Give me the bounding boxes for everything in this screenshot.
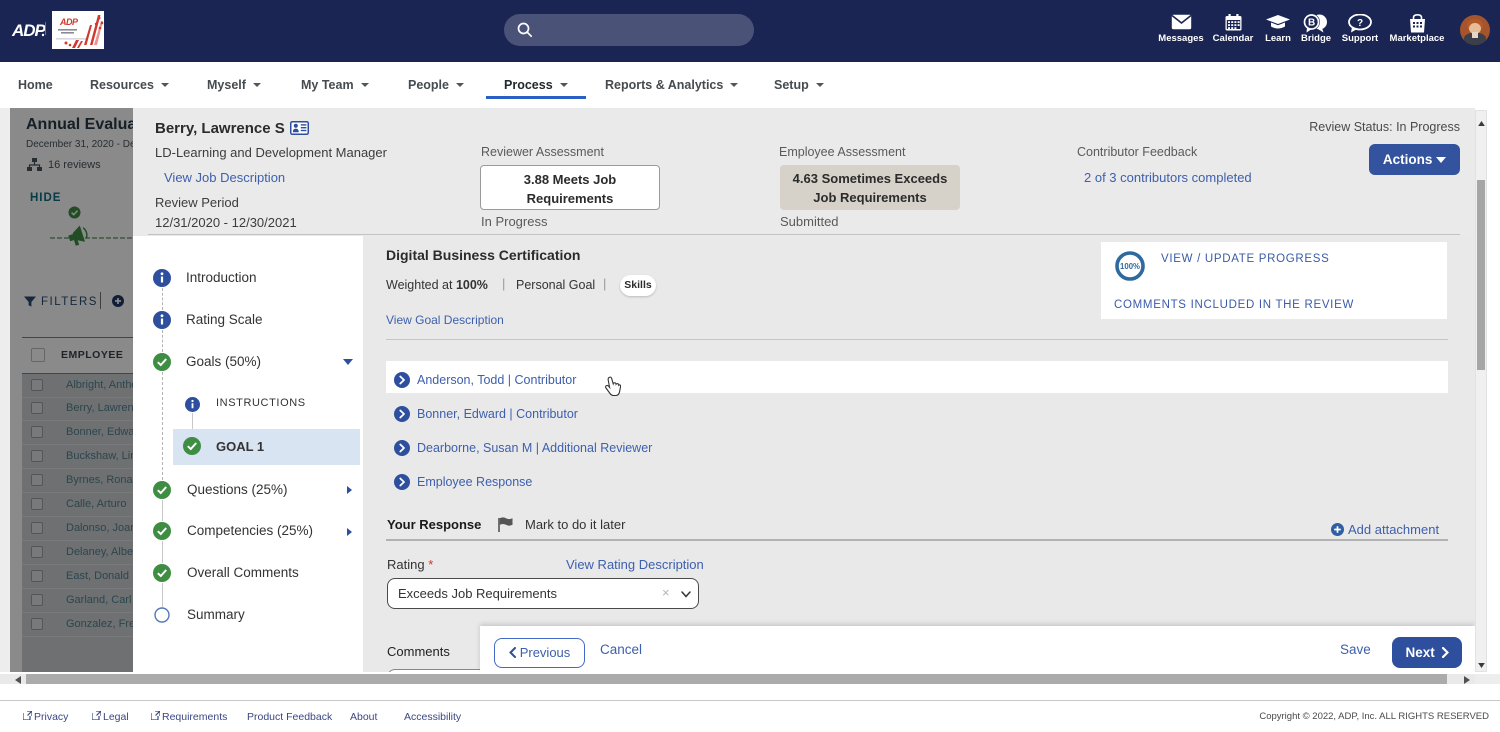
svg-text:B: B	[1308, 18, 1315, 29]
svg-text:100%: 100%	[1120, 262, 1140, 271]
svg-text:ADP: ADP	[11, 21, 46, 40]
svg-text:?: ?	[1357, 18, 1363, 29]
svg-text:ADP: ADP	[59, 17, 79, 27]
